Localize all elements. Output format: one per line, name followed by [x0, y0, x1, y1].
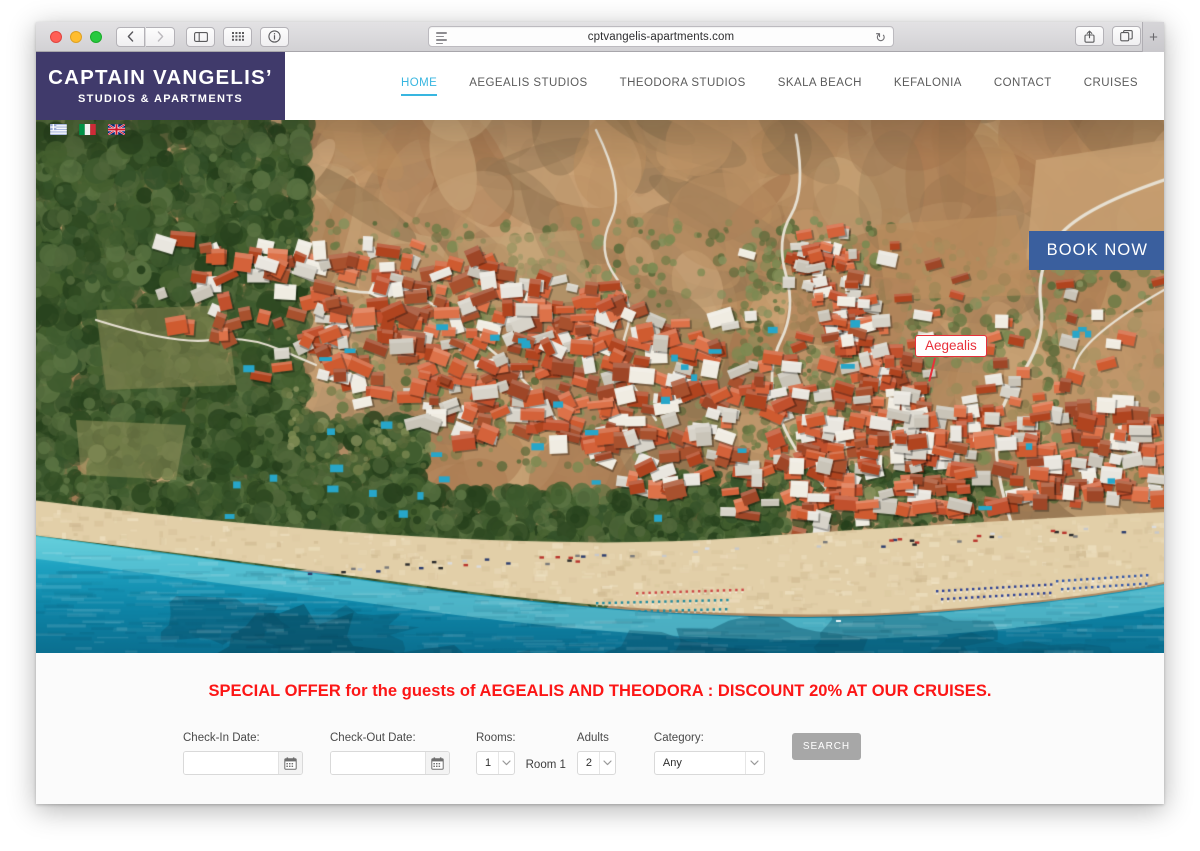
show-all-tabs-button[interactable]	[223, 26, 252, 47]
share-icon	[1084, 30, 1095, 43]
language-switcher	[50, 124, 125, 135]
window-controls	[50, 30, 102, 43]
adults-label: Adults	[576, 732, 609, 744]
new-tab-overview-button[interactable]	[1112, 26, 1141, 46]
nav-item-theodora-studios[interactable]: THEODORA STUDIOS	[620, 77, 746, 95]
checkout-label: Check-Out Date:	[330, 732, 416, 744]
nav-item-skala-beach[interactable]: SKALA BEACH	[778, 77, 862, 95]
site-header: CAPTAIN VANGELIS’ STUDIOS & APARTMENTS H…	[36, 52, 1164, 120]
nav-item-kefalonia[interactable]: KEFALONIA	[894, 77, 962, 95]
adults-field-group: Adults 2	[576, 732, 616, 775]
minimize-window-button[interactable]	[70, 30, 82, 43]
booking-search-form: Check-In Date: Check-Out Date: Rooms: 1 …	[183, 732, 861, 775]
grid-icon	[231, 31, 244, 41]
checkout-field-group: Check-Out Date:	[330, 732, 450, 775]
rooms-select[interactable]: 1	[476, 751, 515, 775]
address-bar[interactable]: cptvangelis-apartments.com ↻	[428, 26, 894, 47]
forward-button[interactable]	[146, 26, 175, 47]
italian-flag[interactable]	[79, 124, 96, 135]
info-icon	[268, 30, 281, 43]
zoom-window-button[interactable]	[90, 30, 102, 43]
copy-tabs-icon	[1120, 30, 1133, 42]
booking-section: SPECIAL OFFER for the guests of AEGEALIS…	[36, 653, 1164, 804]
nav-item-home[interactable]: HOME	[400, 77, 438, 96]
rooms-label: Rooms:	[476, 732, 516, 744]
browser-view-buttons	[186, 26, 290, 47]
logo-subtitle: STUDIOS & APARTMENTS	[77, 92, 244, 105]
browser-right-buttons	[1075, 26, 1142, 46]
checkin-calendar-button[interactable]	[278, 752, 302, 774]
chevron-down-icon[interactable]	[744, 752, 764, 774]
sidebar-icon	[193, 31, 208, 42]
category-field-group: Category: Any	[653, 732, 765, 775]
category-label: Category:	[653, 732, 704, 744]
back-button[interactable]	[116, 26, 145, 47]
nav-item-aegealis-studios[interactable]: AEGEALIS STUDIOS	[469, 77, 587, 95]
main-navigation: HOME AEGEALIS STUDIOS THEODORA STUDIOS S…	[285, 52, 1164, 120]
chevron-right-icon	[157, 31, 163, 42]
sidebar-toggle-button[interactable]	[186, 26, 215, 47]
checkin-date-input[interactable]	[184, 752, 278, 774]
page-info-button[interactable]	[260, 26, 289, 47]
english-flag[interactable]	[108, 124, 125, 135]
browser-window: cptvangelis-apartments.com ↻ + CAPTAIN V…	[36, 22, 1164, 804]
logo-title: CAPTAIN VANGELIS’	[48, 66, 273, 90]
share-button[interactable]	[1075, 26, 1104, 46]
new-tab-label: +	[1149, 28, 1158, 46]
checkin-input-wrap[interactable]	[183, 751, 303, 775]
reader-view-icon[interactable]	[436, 32, 447, 44]
checkin-field-group: Check-In Date:	[183, 732, 303, 775]
address-bar-url: cptvangelis-apartments.com	[587, 30, 735, 43]
checkout-input-wrap[interactable]	[330, 751, 450, 775]
aegealis-map-marker[interactable]: Aegealis	[915, 335, 987, 357]
rooms-field-group: Rooms: 1	[476, 732, 516, 775]
book-now-button[interactable]: BOOK NOW	[1028, 231, 1164, 270]
adults-select[interactable]: 2	[576, 751, 616, 775]
greek-flag[interactable]	[50, 124, 67, 135]
close-window-button[interactable]	[50, 30, 62, 43]
chevron-down-icon[interactable]	[598, 752, 615, 774]
hero-banner: Aegealis BOOK NOW	[36, 120, 1164, 653]
browser-nav-group	[116, 26, 176, 47]
search-button[interactable]: SEARCH	[791, 733, 861, 760]
checkout-calendar-button[interactable]	[425, 752, 449, 774]
category-select-value: Any	[662, 757, 682, 769]
checkin-label: Check-In Date:	[183, 732, 260, 744]
new-tab-button[interactable]: +	[1142, 22, 1164, 52]
nav-item-cruises[interactable]: CRUISES	[1084, 77, 1138, 95]
chevron-down-icon[interactable]	[498, 752, 514, 774]
category-select[interactable]: Any	[653, 751, 765, 775]
room-number-label: Room 1	[525, 759, 566, 771]
nav-item-contact[interactable]: CONTACT	[994, 77, 1052, 95]
site-logo[interactable]: CAPTAIN VANGELIS’ STUDIOS & APARTMENTS	[36, 52, 285, 120]
chevron-left-icon	[127, 31, 134, 42]
hero-aerial-photo	[36, 120, 1164, 653]
calendar-icon	[431, 756, 444, 770]
browser-titlebar: cptvangelis-apartments.com ↻ +	[36, 22, 1164, 52]
rooms-select-value: 1	[485, 757, 492, 769]
adults-select-value: 2	[585, 757, 593, 769]
reload-icon[interactable]: ↻	[875, 30, 886, 45]
checkout-date-input[interactable]	[331, 752, 425, 774]
special-offer-text: SPECIAL OFFER for the guests of AEGEALIS…	[208, 682, 992, 700]
web-page: CAPTAIN VANGELIS’ STUDIOS & APARTMENTS H…	[36, 52, 1164, 804]
calendar-icon	[284, 756, 297, 770]
